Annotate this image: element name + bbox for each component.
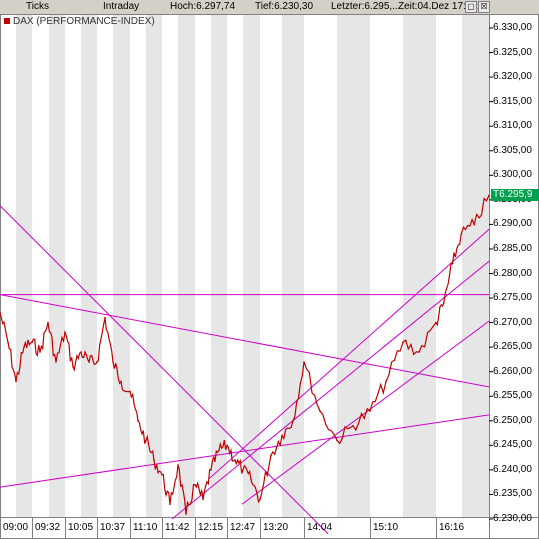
price-point — [80, 351, 82, 353]
price-point — [72, 365, 74, 368]
x-tick-label: 15:10 — [373, 522, 399, 533]
price-point — [177, 464, 179, 466]
y-tick-label: 6.305,00 — [493, 144, 532, 156]
price-point — [88, 361, 90, 363]
price-point — [369, 410, 371, 412]
last-price-badge: T6.295,9 — [491, 189, 539, 201]
x-tick-label: 09:32 — [35, 522, 61, 533]
price-point — [385, 380, 387, 383]
price-point — [259, 498, 261, 501]
price-point — [31, 341, 33, 344]
price-point — [226, 444, 228, 447]
time-band — [16, 14, 32, 517]
y-tick-label: 6.315,00 — [493, 95, 532, 107]
price-chart[interactable] — [0, 0, 539, 539]
y-tick-label: 6.325,00 — [493, 46, 532, 58]
y-tick-label: 6.255,00 — [493, 390, 532, 402]
price-point — [488, 194, 490, 197]
x-tick-label: 11:42 — [165, 522, 190, 533]
price-point — [47, 321, 49, 324]
y-tick-label: 6.260,00 — [493, 365, 532, 377]
y-tick-label: 6.280,00 — [493, 267, 532, 279]
price-point — [270, 454, 272, 456]
price-point — [292, 420, 294, 422]
price-point — [202, 498, 204, 501]
x-tick-label: 12:47 — [230, 522, 256, 533]
price-point — [418, 351, 420, 353]
price-point — [443, 302, 445, 304]
y-tick-label: 6.290,00 — [493, 218, 532, 230]
price-point — [281, 434, 283, 437]
x-tick-label: 16:16 — [439, 522, 465, 533]
y-tick-label: 6.265,00 — [493, 341, 532, 353]
y-tick-label: 6.250,00 — [493, 414, 532, 426]
price-point — [153, 459, 155, 461]
price-point — [234, 459, 236, 461]
price-point — [145, 439, 147, 442]
price-point — [96, 361, 98, 363]
y-tick-label: 6.270,00 — [493, 316, 532, 328]
x-tick-label: 11:10 — [133, 522, 158, 533]
time-band — [403, 14, 436, 517]
price-point — [210, 469, 212, 471]
y-tick-label: 6.320,00 — [493, 71, 532, 83]
price-point — [64, 331, 66, 334]
time-band — [462, 14, 489, 517]
price-point — [112, 361, 114, 363]
instrument-name: DAX (PERFORMANCE-INDEX) — [13, 16, 155, 27]
time-band — [113, 14, 130, 517]
time-band — [282, 14, 304, 517]
price-point — [104, 316, 106, 319]
price-point — [7, 341, 9, 344]
y-tick-label: 6.235,00 — [493, 488, 532, 500]
price-point — [402, 341, 404, 344]
price-point — [120, 380, 122, 383]
x-tick-label: 12:15 — [198, 522, 224, 533]
price-point — [185, 513, 187, 515]
price-point — [169, 503, 171, 506]
price-point — [303, 361, 305, 363]
price-point — [23, 346, 25, 348]
time-band — [243, 14, 260, 517]
price-point — [352, 424, 354, 427]
y-tick-label: 6.330,00 — [493, 22, 532, 33]
y-tick-label: 6.275,00 — [493, 292, 532, 304]
y-tick-label: 6.310,00 — [493, 120, 532, 132]
x-tick-label: 14:04 — [307, 522, 333, 533]
price-point — [460, 233, 462, 236]
price-point — [55, 361, 57, 363]
price-point — [39, 351, 41, 353]
price-point — [137, 420, 139, 422]
time-band — [178, 14, 195, 517]
price-point — [435, 321, 437, 324]
x-tick-label: 10:05 — [68, 522, 94, 533]
price-point — [336, 439, 338, 442]
legend-swatch — [4, 18, 10, 24]
y-tick-label: 6.245,00 — [493, 439, 532, 451]
time-band — [337, 14, 370, 517]
y-tick-label: 6.230,00 — [493, 513, 532, 524]
time-band — [49, 14, 65, 517]
price-point — [15, 380, 17, 383]
price-point — [129, 390, 131, 393]
price-point — [242, 469, 244, 471]
price-point — [218, 449, 220, 452]
price-point — [451, 262, 454, 265]
price-point — [473, 223, 476, 226]
x-tick-label: 10:37 — [100, 522, 126, 533]
price-point — [319, 410, 321, 412]
x-tick-label: 09:00 — [3, 522, 29, 533]
instrument-legend: DAX (PERFORMANCE-INDEX) — [4, 16, 155, 27]
time-band — [81, 14, 97, 517]
price-point — [161, 474, 163, 476]
price-point — [194, 483, 196, 486]
price-point — [250, 478, 252, 481]
y-tick-label: 6.300,00 — [493, 169, 532, 181]
x-tick-label: 13:20 — [263, 522, 289, 533]
y-tick-label: 6.240,00 — [493, 463, 532, 475]
chart-window: Ticks Intraday Hoch:6.297,74 Tief:6.230,… — [0, 0, 539, 539]
y-tick-label: 6.285,00 — [493, 242, 532, 254]
